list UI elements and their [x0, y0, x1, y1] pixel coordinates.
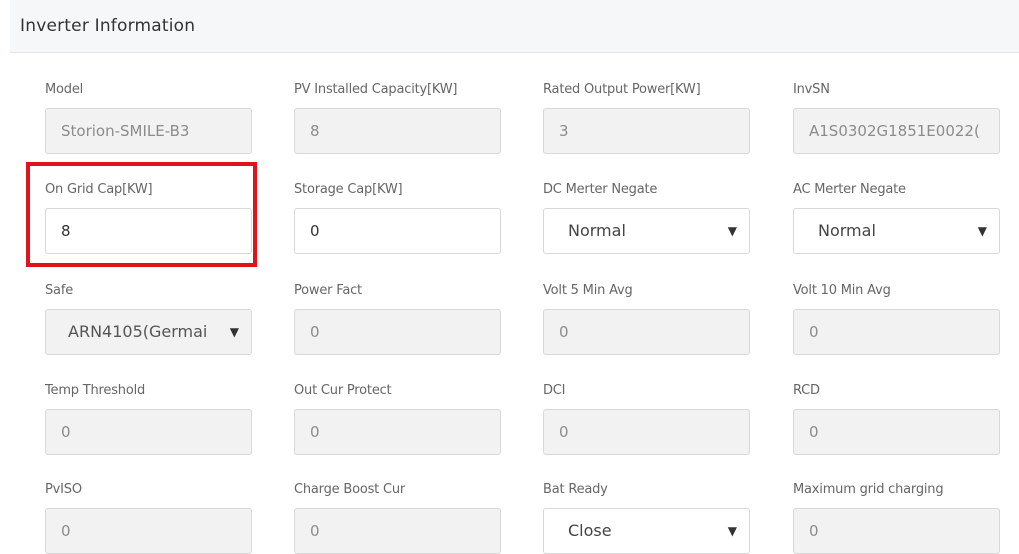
dc-merter-negate-label: DC Merter Negate	[543, 182, 658, 197]
volt-10-min-avg-label: Volt 10 Min Avg	[793, 283, 891, 298]
storage-cap-label: Storage Cap[KW]	[294, 182, 403, 197]
invsn-label: InvSN	[793, 82, 830, 97]
chevron-down-icon: ▼	[977, 224, 987, 238]
temp-threshold-input[interactable]: 0	[45, 409, 252, 455]
power-fact-input[interactable]: 0	[294, 309, 501, 355]
safe-select[interactable]: ARN4105(Germai ▼	[45, 309, 252, 355]
chevron-down-icon: ▼	[221, 310, 239, 354]
inverter-information-panel: Inverter Information Model Storion-SMILE…	[0, 0, 1019, 554]
pviso-input[interactable]: 0	[45, 508, 252, 554]
ac-merter-negate-value: Normal	[818, 221, 876, 240]
pv-capacity-label: PV Installed Capacity[KW]	[294, 82, 458, 97]
volt-5-min-avg-label: Volt 5 Min Avg	[543, 283, 633, 298]
on-grid-cap-input[interactable]: 8	[45, 208, 252, 254]
bat-ready-select[interactable]: Close ▼	[543, 508, 750, 554]
ac-merter-negate-select[interactable]: Normal ▼	[793, 208, 1000, 254]
ac-merter-negate-label: AC Merter Negate	[793, 182, 906, 197]
panel-header: Inverter Information	[10, 0, 1019, 53]
invsn-input[interactable]: A1S0302G1851E0022(	[793, 108, 1000, 154]
charge-boost-cur-input[interactable]: 0	[294, 508, 501, 554]
rated-output-input[interactable]: 3	[543, 108, 750, 154]
bat-ready-value: Close	[568, 521, 612, 540]
dci-label: DCI	[543, 383, 566, 398]
dc-merter-negate-select[interactable]: Normal ▼	[543, 208, 750, 254]
rated-output-label: Rated Output Power[KW]	[543, 82, 701, 97]
rcd-label: RCD	[793, 383, 820, 398]
storage-cap-input[interactable]: 0	[294, 208, 501, 254]
charge-boost-cur-label: Charge Boost Cur	[294, 482, 406, 497]
out-cur-protect-input[interactable]: 0	[294, 409, 501, 455]
volt-10-min-avg-input[interactable]: 0	[793, 309, 1000, 355]
on-grid-cap-label: On Grid Cap[KW]	[45, 182, 153, 197]
volt-5-min-avg-input[interactable]: 0	[543, 309, 750, 355]
max-grid-charging-label: Maximum grid charging	[793, 482, 944, 497]
panel-title: Inverter Information	[20, 16, 196, 36]
dc-merter-negate-value: Normal	[568, 221, 626, 240]
temp-threshold-label: Temp Threshold	[45, 383, 146, 398]
chevron-down-icon: ▼	[727, 524, 737, 538]
max-grid-charging-input[interactable]: 0	[793, 508, 1000, 554]
out-cur-protect-label: Out Cur Protect	[294, 383, 392, 398]
model-label: Model	[45, 82, 84, 97]
safe-label: Safe	[45, 283, 73, 298]
chevron-down-icon: ▼	[727, 224, 737, 238]
pviso-label: PvISO	[45, 482, 82, 497]
pv-capacity-input[interactable]: 8	[294, 108, 501, 154]
rcd-input[interactable]: 0	[793, 409, 1000, 455]
model-input[interactable]: Storion-SMILE-B3	[45, 108, 252, 154]
power-fact-label: Power Fact	[294, 283, 362, 298]
bat-ready-label: Bat Ready	[543, 482, 608, 497]
dci-input[interactable]: 0	[543, 409, 750, 455]
safe-value: ARN4105(Germai	[68, 322, 208, 341]
